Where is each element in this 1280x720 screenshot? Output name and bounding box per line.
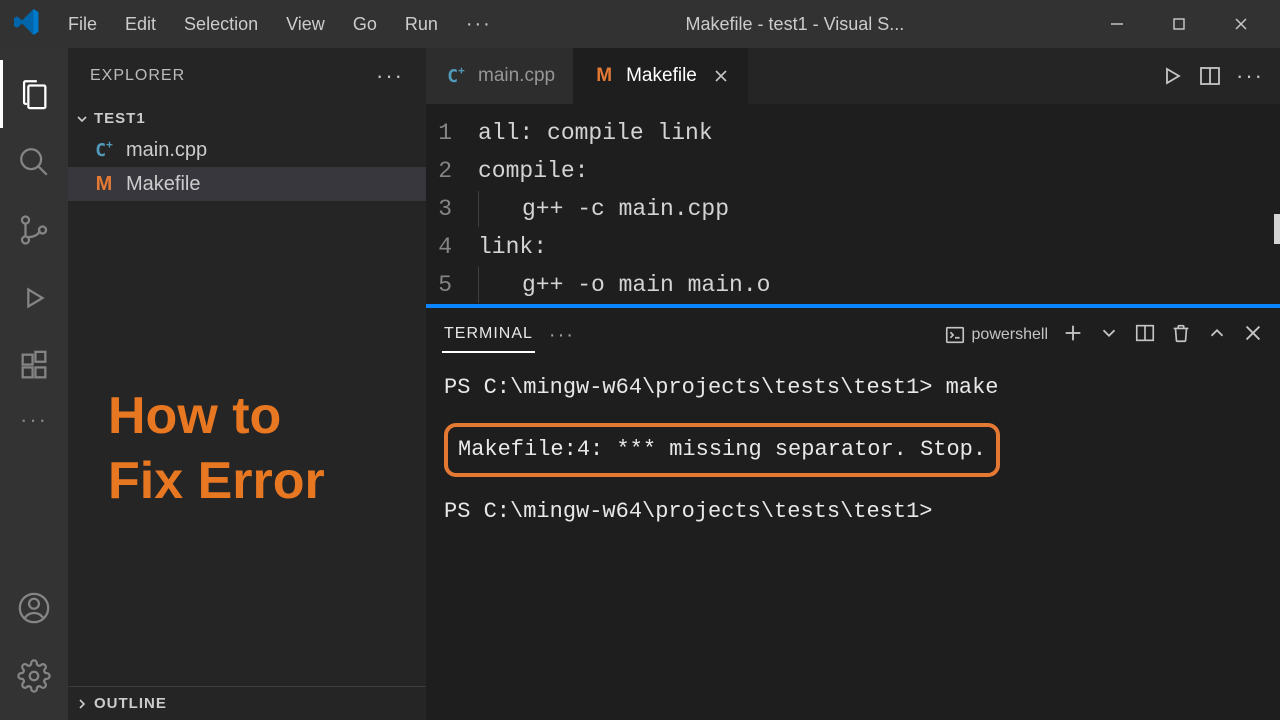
activity-source-control[interactable] [0, 196, 68, 264]
terminal-icon [944, 324, 966, 346]
split-editor-icon[interactable] [1198, 64, 1222, 88]
code-text: link: [478, 228, 547, 266]
file-tree: C main.cpp M Makefile [68, 133, 426, 201]
code-line: 3g++ -c main.cpp [426, 190, 1280, 228]
menu-go[interactable]: Go [341, 10, 389, 39]
activity-extensions[interactable] [0, 332, 68, 400]
activity-search[interactable] [0, 128, 68, 196]
makefile-icon: M [92, 172, 116, 196]
split-terminal-icon[interactable] [1134, 322, 1156, 349]
code-text: g++ -o main main.o [478, 266, 770, 304]
vscode-logo-icon [8, 9, 52, 40]
cpp-file-icon: C [92, 138, 116, 162]
outline-section[interactable]: OUTLINE [68, 686, 426, 720]
code-line: 4link: [426, 228, 1280, 266]
trash-icon[interactable] [1170, 322, 1192, 349]
activity-debug[interactable] [0, 264, 68, 332]
makefile-icon: M [592, 64, 616, 88]
error-message: Makefile:4: *** missing separator. Stop. [444, 423, 1000, 477]
cpp-file-icon: C [444, 64, 468, 88]
code-line: 1all: compile link [426, 114, 1280, 152]
terminal-toolbar: powershell [944, 322, 1264, 349]
terminal-line: PS C:\mingw-w64\projects\tests\test1> ma… [444, 367, 1262, 409]
new-terminal-icon[interactable] [1062, 322, 1084, 349]
menu-file[interactable]: File [56, 10, 109, 39]
terminal-line: PS C:\mingw-w64\projects\tests\test1> [444, 491, 1262, 533]
file-label: main.cpp [126, 139, 207, 162]
terminal-tabs-more[interactable]: ··· [549, 324, 575, 347]
activity-bottom [0, 574, 68, 710]
editor-more-icon[interactable]: ··· [1236, 63, 1264, 89]
activity-explorer[interactable] [0, 60, 68, 128]
maximize-button[interactable] [1148, 0, 1210, 48]
line-number: 2 [426, 152, 478, 190]
main-area: ··· EXPLORER ··· TEST1 C main.cpp [0, 48, 1280, 720]
code-text: all: compile link [478, 114, 713, 152]
code-text: compile: [478, 152, 588, 190]
menu-run[interactable]: Run [393, 10, 450, 39]
terminal-shell-select[interactable]: powershell [944, 324, 1048, 346]
chevron-right-icon [74, 696, 90, 712]
explorer-sidebar: EXPLORER ··· TEST1 C main.cpp M Makefile… [68, 48, 426, 720]
overview-marker [1274, 214, 1280, 244]
code-text: g++ -c main.cpp [478, 190, 729, 228]
menu-selection[interactable]: Selection [172, 10, 270, 39]
terminal-tab[interactable]: TERMINAL [442, 317, 535, 353]
code-line: 2compile: [426, 152, 1280, 190]
activity-bar: ··· [0, 48, 68, 720]
window-title: Makefile - test1 - Visual S... [508, 14, 1082, 35]
menu-more[interactable]: ··· [454, 9, 504, 40]
line-number: 4 [426, 228, 478, 266]
activity-settings[interactable] [0, 642, 68, 710]
run-icon[interactable] [1160, 64, 1184, 88]
title-bar: File Edit Selection View Go Run ··· Make… [0, 0, 1280, 48]
chevron-down-icon [74, 111, 90, 127]
tab-main-cpp[interactable]: C main.cpp [426, 48, 574, 104]
line-number: 5 [426, 266, 478, 304]
editor-pane: C main.cpp M Makefile ··· 1all: compile … [426, 48, 1280, 720]
shell-name: powershell [972, 326, 1048, 344]
menu-edit[interactable]: Edit [113, 10, 168, 39]
terminal-error-highlight: Makefile:4: *** missing separator. Stop. [444, 417, 1262, 483]
activity-more[interactable]: ··· [0, 400, 68, 440]
tab-label: Makefile [626, 65, 697, 87]
close-panel-icon[interactable] [1242, 322, 1264, 349]
line-number: 1 [426, 114, 478, 152]
tab-bar: C main.cpp M Makefile ··· [426, 48, 1280, 104]
explorer-actions[interactable]: ··· [376, 63, 404, 89]
activity-account[interactable] [0, 574, 68, 642]
editor-body[interactable]: 1all: compile link2compile:3g++ -c main.… [426, 104, 1280, 304]
terminal-panel: TERMINAL ··· powershell PS C:\mingw-w64 [426, 308, 1280, 720]
explorer-header: EXPLORER ··· [68, 48, 426, 104]
close-tab-icon[interactable] [713, 68, 729, 84]
terminal-body[interactable]: PS C:\mingw-w64\projects\tests\test1> ma… [426, 361, 1280, 720]
file-item-main-cpp[interactable]: C main.cpp [68, 133, 426, 167]
window-controls [1086, 0, 1272, 48]
code-line: 5g++ -o main main.o [426, 266, 1280, 304]
terminal-header: TERMINAL ··· powershell [426, 309, 1280, 361]
close-button[interactable] [1210, 0, 1272, 48]
file-label: Makefile [126, 173, 200, 196]
folder-name: TEST1 [94, 110, 146, 127]
maximize-panel-icon[interactable] [1206, 322, 1228, 349]
outline-label: OUTLINE [94, 695, 167, 712]
terminal-dropdown-icon[interactable] [1098, 322, 1120, 349]
tab-makefile[interactable]: M Makefile [574, 48, 748, 104]
line-number: 3 [426, 190, 478, 228]
explorer-title: EXPLORER [90, 67, 185, 85]
file-item-makefile[interactable]: M Makefile [68, 167, 426, 201]
minimize-button[interactable] [1086, 0, 1148, 48]
folder-section[interactable]: TEST1 [68, 104, 426, 133]
editor-actions: ··· [1160, 48, 1280, 104]
tab-label: main.cpp [478, 65, 555, 87]
menu-view[interactable]: View [274, 10, 337, 39]
